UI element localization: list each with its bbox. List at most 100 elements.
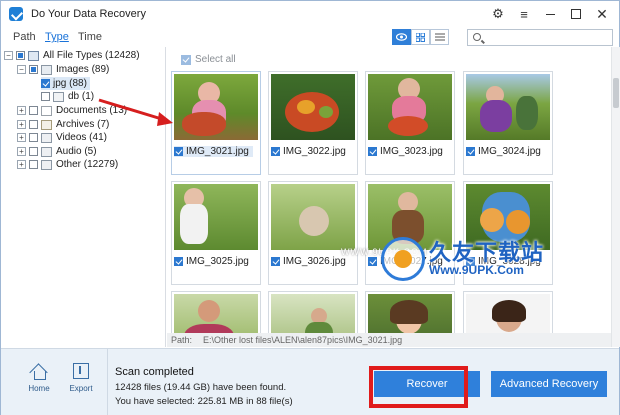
computer-icon bbox=[28, 50, 39, 61]
thumbnail-filename: IMG_3021.jpg bbox=[186, 146, 249, 157]
thumbnail-card[interactable]: IMG_3027.jpg bbox=[365, 181, 455, 285]
expand-toggle[interactable]: + bbox=[17, 147, 26, 156]
divider bbox=[107, 349, 108, 415]
document-icon bbox=[41, 105, 52, 116]
thumbnail-checkbox[interactable] bbox=[174, 257, 183, 266]
thumbnail-label: IMG_3024.jpg bbox=[466, 146, 541, 157]
tree-checkbox[interactable] bbox=[41, 92, 50, 101]
tree-checkbox[interactable] bbox=[29, 160, 38, 169]
home-button[interactable]: Home bbox=[21, 363, 57, 405]
tree-item-db[interactable]: db (1) bbox=[41, 90, 94, 103]
tree-item-label: db (1) bbox=[68, 91, 95, 102]
thumbnail-label: IMG_3021.jpg bbox=[174, 146, 253, 157]
path-value: E:\Other lost files\ALEN\alen87pics\IMG_… bbox=[203, 335, 403, 345]
thumbnail-checkbox[interactable] bbox=[271, 147, 280, 156]
audio-icon bbox=[41, 146, 52, 157]
archive-icon bbox=[41, 119, 52, 130]
thumbnail-checkbox[interactable] bbox=[466, 257, 475, 266]
tree-item-images[interactable]: − Images (89) bbox=[17, 63, 109, 76]
file-icon bbox=[53, 91, 64, 102]
thumbnail-filename: IMG_3028.jpg bbox=[478, 256, 541, 267]
tree-item-archives[interactable]: + Archives (7) bbox=[17, 118, 109, 131]
tree-checkbox[interactable] bbox=[29, 147, 38, 156]
maximize-button[interactable] bbox=[563, 3, 589, 25]
status-selected: You have selected: 225.81 MB in 88 file(… bbox=[115, 396, 293, 407]
tree-checkbox[interactable] bbox=[29, 106, 38, 115]
thumbnail-checkbox[interactable] bbox=[368, 257, 377, 266]
preview-view-button[interactable] bbox=[392, 29, 411, 45]
thumbnail-image bbox=[466, 184, 550, 250]
thumbnail-view-button[interactable] bbox=[411, 29, 430, 45]
collapse-toggle[interactable]: − bbox=[17, 65, 26, 74]
tree-item-audio[interactable]: + Audio (5) bbox=[17, 145, 97, 158]
tree-checkbox[interactable] bbox=[29, 133, 38, 142]
thumbnail-image bbox=[466, 74, 550, 140]
search-input[interactable] bbox=[488, 30, 608, 45]
tree-item-all-file-types[interactable]: − All File Types (12428) bbox=[4, 49, 140, 62]
thumbnail-checkbox[interactable] bbox=[466, 147, 475, 156]
video-icon bbox=[41, 132, 52, 143]
home-label: Home bbox=[28, 384, 50, 393]
image-folder-icon bbox=[41, 64, 52, 75]
collapse-toggle[interactable]: − bbox=[4, 51, 13, 60]
select-all-toggle[interactable]: Select all bbox=[181, 54, 236, 65]
tree-item-label: jpg (88) bbox=[53, 78, 87, 89]
thumbnail-checkbox[interactable] bbox=[174, 147, 183, 156]
thumbnail-checkbox[interactable] bbox=[368, 147, 377, 156]
app-logo-icon bbox=[9, 7, 23, 21]
thumbnail-filename: IMG_3023.jpg bbox=[380, 146, 443, 157]
grid-icon bbox=[416, 32, 425, 42]
thumbnail-label: IMG_3028.jpg bbox=[466, 256, 541, 267]
tree-item-jpg[interactable]: jpg (88) bbox=[41, 77, 90, 90]
thumbnail-card[interactable]: IMG_3024.jpg bbox=[463, 71, 553, 175]
thumbnail-card[interactable]: IMG_3022.jpg bbox=[268, 71, 358, 175]
minimize-button[interactable] bbox=[537, 3, 563, 25]
app-title: Do Your Data Recovery bbox=[31, 8, 146, 20]
tree-checkbox[interactable] bbox=[29, 65, 38, 74]
thumbnail-label: IMG_3025.jpg bbox=[174, 256, 249, 267]
tree-item-other[interactable]: + Other (12279) bbox=[17, 158, 118, 171]
file-type-tree: − All File Types (12428) − Images (89) j… bbox=[1, 47, 166, 347]
status-found: 12428 files (19.44 GB) have been found. bbox=[115, 382, 287, 393]
scrollbar-thumb[interactable] bbox=[613, 78, 619, 108]
thumbnail-filename: IMG_3022.jpg bbox=[283, 146, 346, 157]
menu-icon[interactable]: ≡ bbox=[511, 3, 537, 25]
view-tabs-row: Path Type Time bbox=[1, 28, 619, 48]
list-view-button[interactable] bbox=[430, 29, 449, 45]
bottom-action-bar: Home Export Scan completed 12428 files (… bbox=[1, 348, 619, 415]
expand-toggle[interactable]: + bbox=[17, 120, 26, 129]
advanced-recovery-button[interactable]: Advanced Recovery bbox=[491, 371, 607, 397]
window-controls: ⚙ ≡ ✕ bbox=[485, 1, 615, 27]
app-window: Do Your Data Recovery ⚙ ≡ ✕ Path Type Ti… bbox=[0, 0, 620, 415]
tree-checkbox[interactable] bbox=[16, 51, 25, 60]
tree-checkbox[interactable] bbox=[41, 79, 50, 88]
tab-path[interactable]: Path bbox=[13, 31, 36, 43]
settings-icon[interactable]: ⚙ bbox=[485, 3, 511, 25]
expand-toggle[interactable]: + bbox=[17, 106, 26, 115]
tree-item-videos[interactable]: + Videos (41) bbox=[17, 131, 107, 144]
thumbnail-card[interactable]: IMG_3021.jpg bbox=[171, 71, 261, 175]
export-button[interactable]: Export bbox=[63, 363, 99, 405]
tree-item-label: Videos (41) bbox=[56, 132, 107, 143]
select-all-label: Select all bbox=[195, 54, 236, 65]
thumbnail-card[interactable]: IMG_3028.jpg bbox=[463, 181, 553, 285]
thumbnail-card[interactable]: IMG_3023.jpg bbox=[365, 71, 455, 175]
recover-button[interactable]: Recover bbox=[374, 371, 480, 397]
thumbnail-filename: IMG_3026.jpg bbox=[283, 256, 346, 267]
thumbnail-card[interactable]: IMG_3025.jpg bbox=[171, 181, 261, 285]
expand-toggle[interactable]: + bbox=[17, 160, 26, 169]
select-all-checkbox[interactable] bbox=[181, 54, 191, 65]
close-button[interactable]: ✕ bbox=[589, 3, 615, 25]
tab-type[interactable]: Type bbox=[45, 31, 69, 43]
search-icon[interactable] bbox=[473, 33, 481, 41]
thumbnail-checkbox[interactable] bbox=[271, 257, 280, 266]
annotation-arrow-icon bbox=[98, 98, 173, 126]
path-label: Path: bbox=[171, 335, 193, 345]
expand-toggle[interactable]: + bbox=[17, 133, 26, 142]
thumbnail-card[interactable]: IMG_3026.jpg bbox=[268, 181, 358, 285]
thumbnail-label: IMG_3027.jpg bbox=[368, 256, 443, 267]
vertical-scrollbar[interactable] bbox=[611, 47, 620, 347]
path-bar: Path: E:\Other lost files\ALEN\alen87pic… bbox=[167, 333, 611, 347]
tree-checkbox[interactable] bbox=[29, 120, 38, 129]
tab-time[interactable]: Time bbox=[78, 31, 102, 43]
